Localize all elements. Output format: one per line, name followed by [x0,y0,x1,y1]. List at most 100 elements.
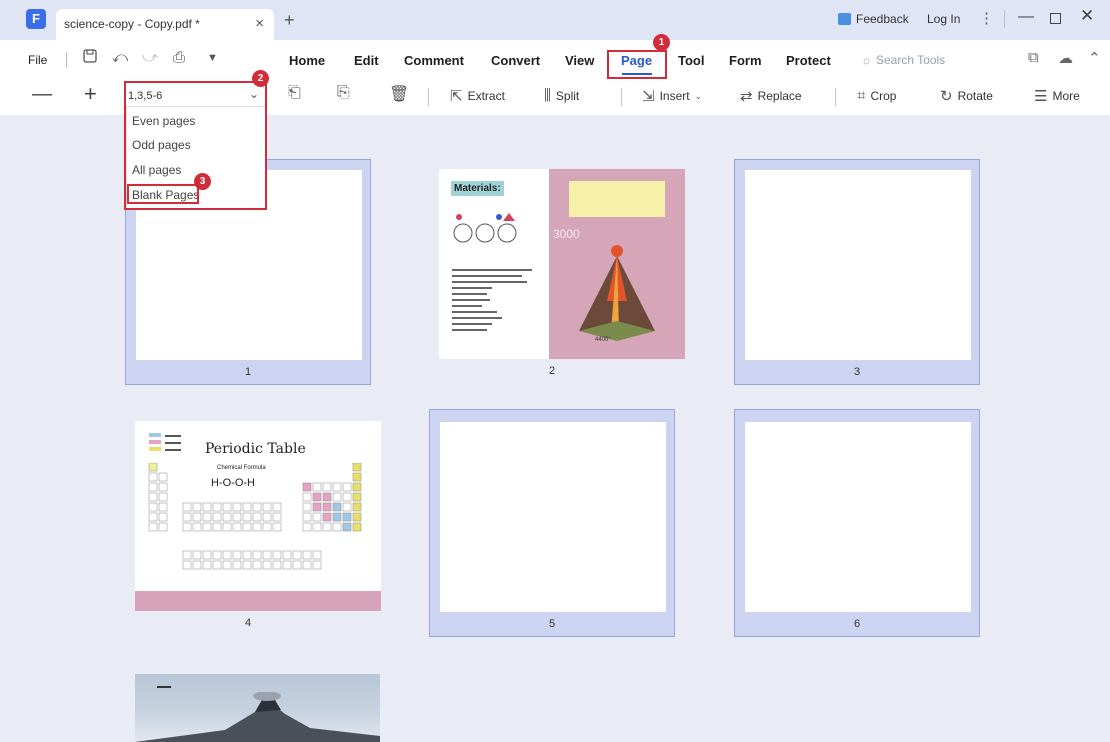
page-thumbnail-4[interactable]: Periodic Table Chemical Formula H-O-O-H [125,411,381,637]
split-button[interactable]: ⫼ Split [544,87,579,104]
materials-title: Materials: [451,181,504,196]
page-number: 5 [548,618,556,630]
text-line [452,275,522,277]
blank-page [440,422,666,612]
page-thumbnail-7[interactable] [135,674,380,742]
materials-page: Materials: 3000 4400° [439,169,685,359]
insert-button[interactable]: ⇲ Insert ⌄ [642,87,702,105]
step-badge-3: 3 [194,173,211,190]
rotate-left-page-icon[interactable]: ⎗ [288,84,301,102]
legend-swatch-icon [149,433,181,451]
extract-button[interactable]: ⇱ Extract [450,87,505,105]
split-label: Split [555,88,580,103]
rotate-right-page-icon[interactable]: ⎘ [337,84,350,102]
menu-protect[interactable]: Protect [786,53,831,68]
feedback-label: Feedback [856,12,909,26]
text-line [452,299,490,301]
highlight-blank-pages-option [127,184,199,204]
redo-icon[interactable]: ⤻ [142,49,158,66]
text-line [452,281,527,283]
text-line [452,317,502,319]
rotate-button[interactable]: ↻ Rotate [940,87,993,105]
more-menu-icon: ☰ [1034,88,1048,105]
extract-label: Extract [467,89,505,103]
zoom-in-button[interactable]: + [84,81,97,107]
page-number: 6 [853,618,861,630]
more-options-icon[interactable]: ⋮ [979,9,994,27]
text-line [452,311,497,313]
menu-file[interactable]: File [28,53,47,67]
feedback-button[interactable]: Feedback [838,12,909,26]
photo-caption-line [157,686,171,688]
text-line [452,293,487,295]
page-number: 2 [548,365,556,377]
save-icon[interactable] [83,49,97,67]
cloud-upload-icon[interactable]: ☁ [1058,49,1073,67]
menu-bar: File ⤺ ⤻ ⎙ ▼ Home Edit Comment Convert V… [0,40,1110,78]
crop-button[interactable]: ⌗ Crop [857,87,896,104]
periodic-table-page: Periodic Table Chemical Formula H-O-O-H [135,421,381,611]
chemistry-illustration [453,213,517,243]
search-tools-placeholder: Search Tools [876,53,946,67]
feedback-icon [838,13,851,25]
split-icon: ⫼ [544,87,551,104]
menu-view[interactable]: View [565,53,594,68]
search-tools-input[interactable]: ☼ Search Tools [861,53,945,67]
step-badge-1: 1 [653,34,670,51]
tab-title: science-copy - Copy.pdf * [64,17,200,31]
crop-icon: ⌗ [857,87,866,104]
share-icon[interactable]: ⧉ [1028,49,1039,66]
rotate-icon: ↻ [940,88,953,105]
minimize-button[interactable]: — [1018,8,1034,26]
lightbulb-icon: ☼ [861,53,872,67]
blank-page [745,422,971,612]
collapse-ribbon-icon[interactable]: ⌃ [1088,49,1101,67]
step-badge-2: 2 [252,70,269,87]
temperature-label: 4400° [595,337,611,343]
page-thumbnail-6[interactable]: 6 [734,409,980,637]
print-icon[interactable]: ⎙ [173,49,185,66]
menu-tool[interactable]: Tool [678,53,704,68]
toolbar-divider [835,88,836,106]
text-line [452,305,482,307]
volcano-illustration [579,245,655,341]
replace-icon: ⇄ [740,88,753,105]
insert-icon: ⇲ [642,88,655,105]
rotate-label: Rotate [957,89,993,103]
menu-edit[interactable]: Edit [354,53,379,68]
insert-dropdown-icon: ⌄ [694,90,703,101]
new-tab-button[interactable]: + [284,10,295,31]
toolbar-divider [428,88,429,106]
menu-home[interactable]: Home [289,53,325,68]
highlight-page-menu [607,50,667,79]
toolbar-divider [621,88,622,106]
page-thumbnail-5[interactable]: 5 [429,409,675,637]
replace-label: Replace [757,89,802,103]
app-logo-icon: F [26,9,46,29]
page-thumbnail-2[interactable]: Materials: 3000 4400° 2 [429,159,685,385]
menu-comment[interactable]: Comment [404,53,464,68]
document-tab[interactable]: science-copy - Copy.pdf * × [56,9,274,40]
login-button[interactable]: Log In [927,12,960,26]
zoom-out-button[interactable]: — [32,83,52,106]
quick-access-dropdown-icon[interactable]: ▼ [207,52,218,64]
menu-convert[interactable]: Convert [491,53,540,68]
more-label: More [1052,89,1080,103]
replace-button[interactable]: ⇄ Replace [740,87,802,105]
undo-icon[interactable]: ⤺ [112,49,128,66]
tab-close-icon[interactable]: × [255,15,264,32]
page-thumbnail-3[interactable]: 3 [734,159,980,385]
more-button[interactable]: ☰ More [1034,87,1080,105]
titlebar-divider [1004,10,1005,28]
crop-label: Crop [870,88,897,103]
blank-page [745,170,971,360]
text-line [452,287,492,289]
menu-form[interactable]: Form [729,53,762,68]
delete-page-icon[interactable]: 🗑 [389,84,409,104]
close-window-button[interactable]: ✕ [1080,6,1094,26]
text-line [452,323,492,325]
page-footer-band [135,591,381,611]
extract-icon: ⇱ [450,88,463,105]
maximize-button[interactable] [1050,13,1061,24]
periodic-table-grid [148,463,362,570]
